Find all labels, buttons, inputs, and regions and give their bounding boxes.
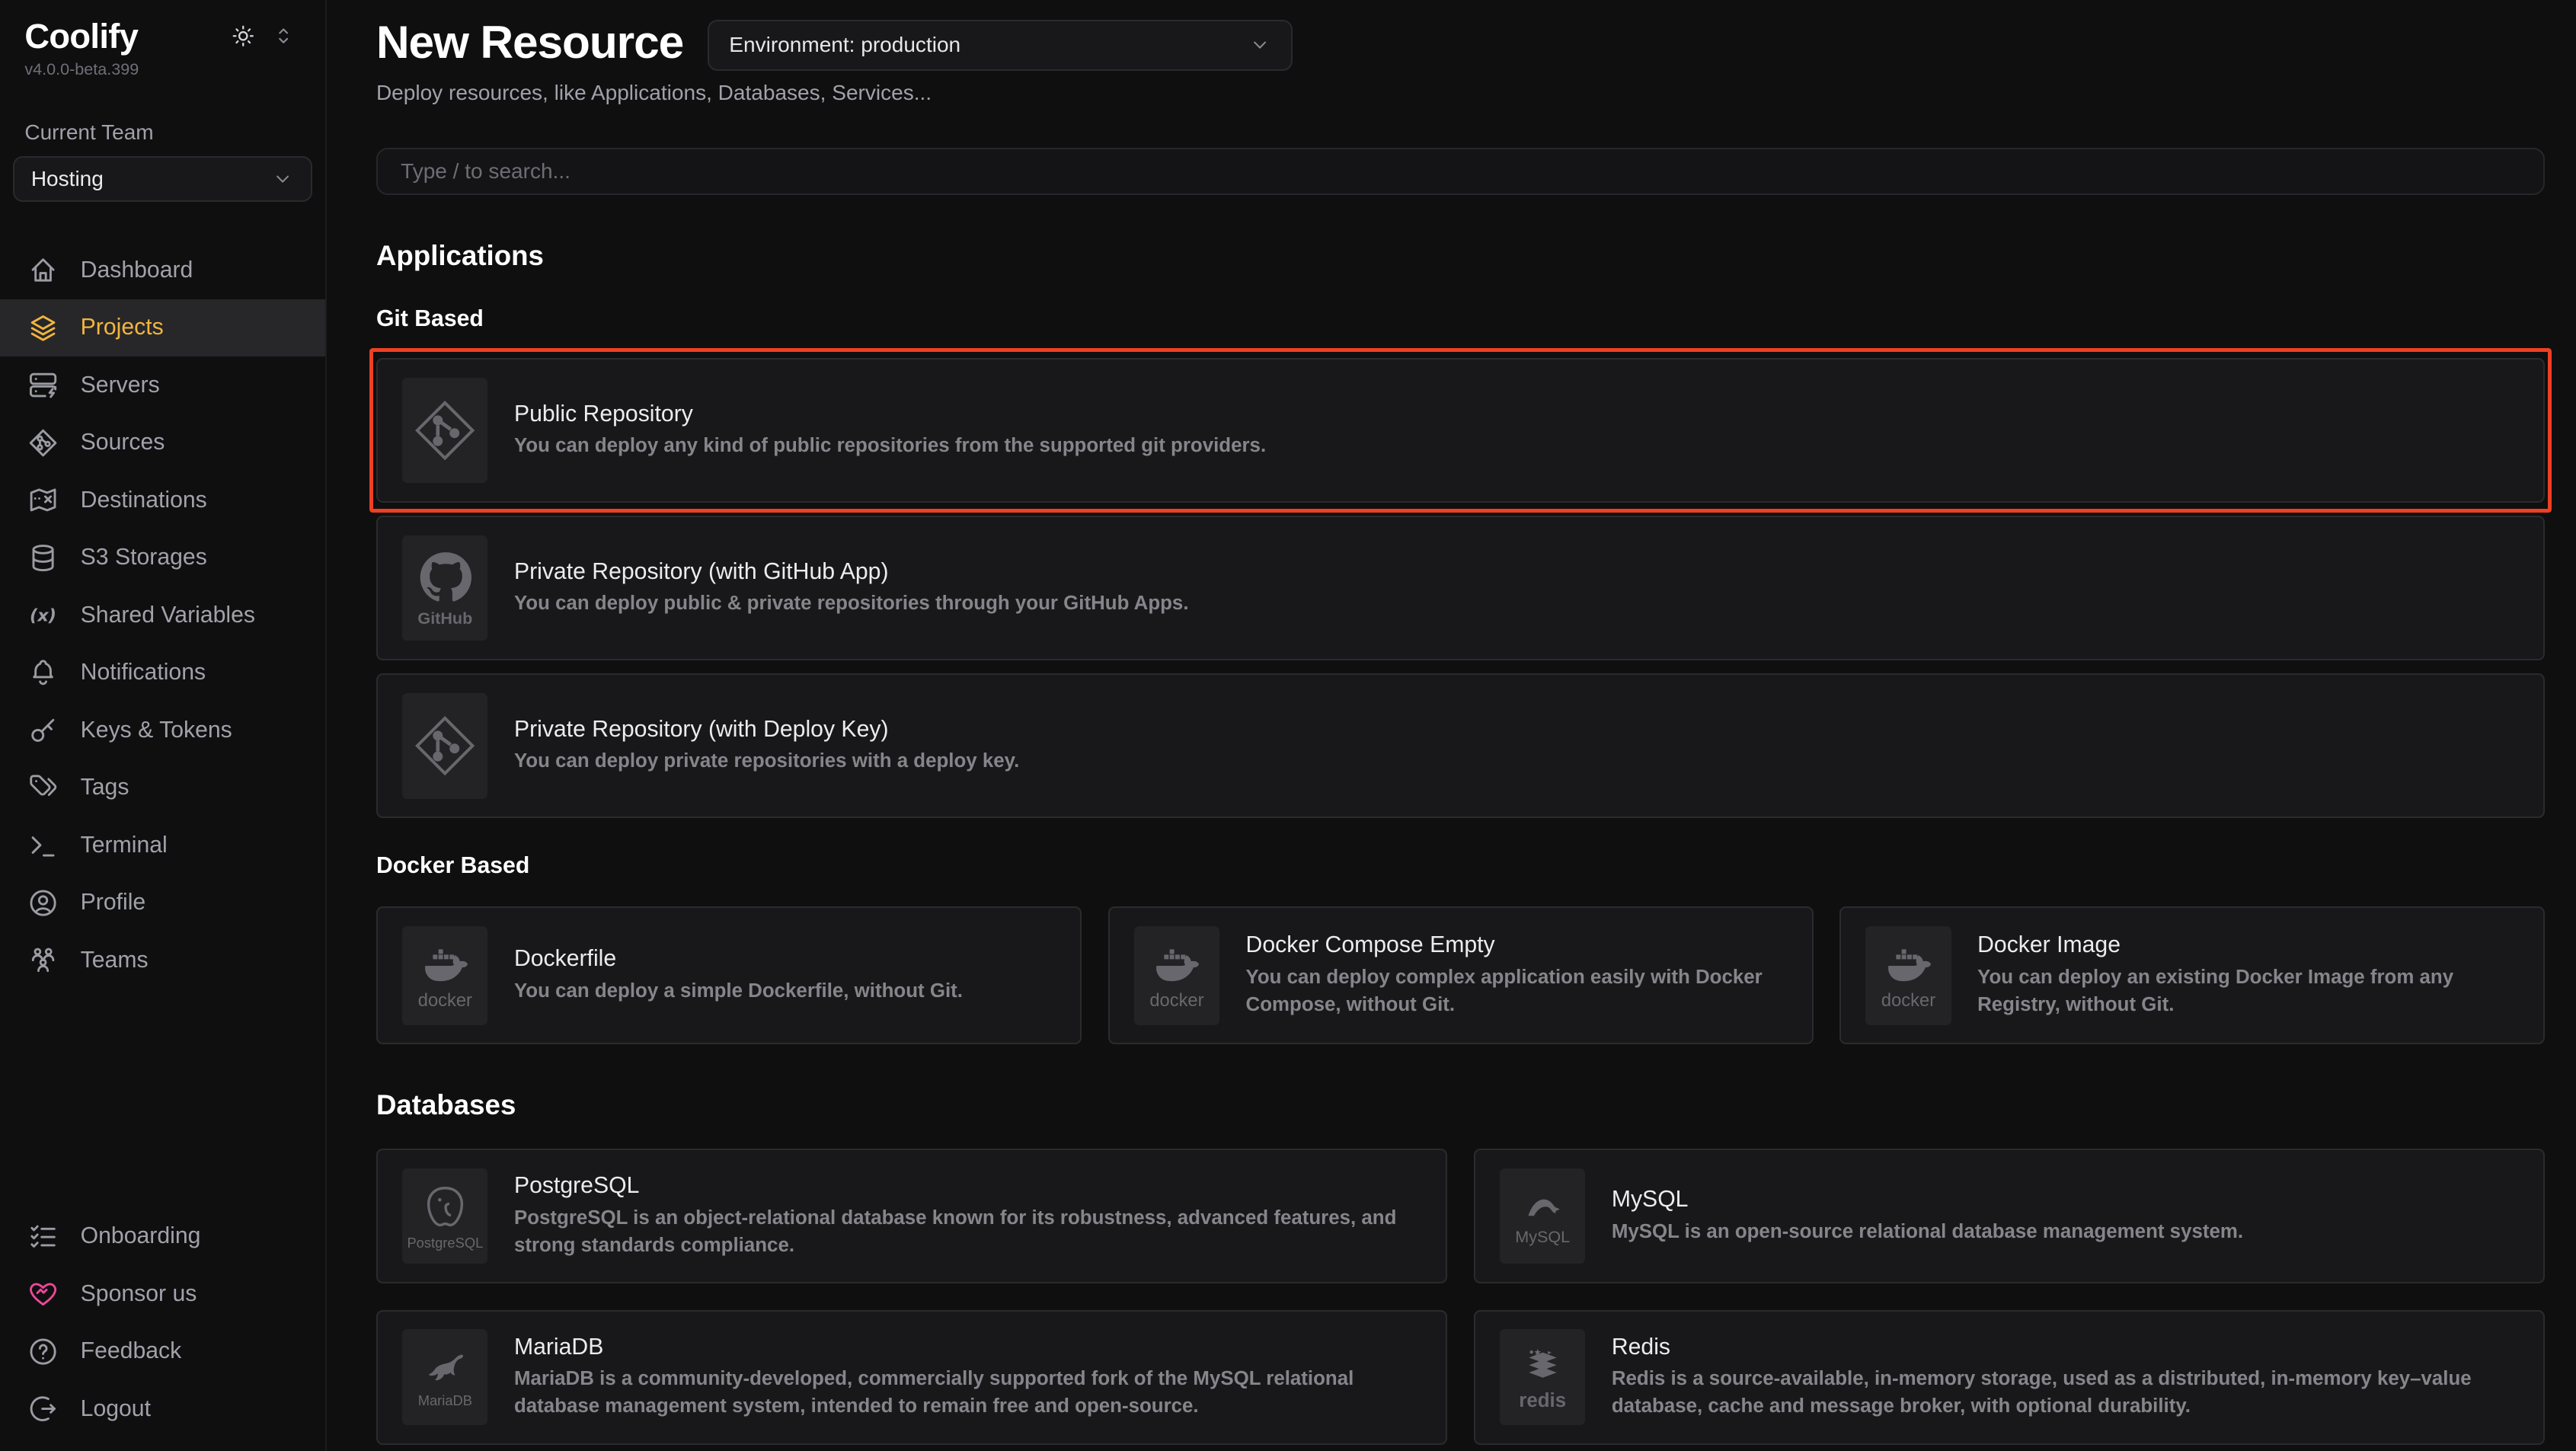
- terminal-icon: [27, 829, 59, 861]
- card-docker-image[interactable]: docker Docker Image You can deploy an ex…: [1839, 906, 2545, 1044]
- card-description: MySQL is an open-source relational datab…: [1612, 1218, 2243, 1245]
- server-icon: [27, 369, 59, 401]
- card-title: Private Repository (with GitHub App): [514, 559, 1189, 585]
- current-team-label: Current Team: [0, 79, 325, 145]
- card-title: MySQL: [1612, 1187, 2243, 1213]
- sidebar-item-keys-tokens[interactable]: Keys & Tokens: [0, 702, 325, 759]
- card-title: PostgreSQL: [514, 1173, 1421, 1199]
- applications-heading: Applications: [376, 240, 2545, 272]
- card-mariadb[interactable]: MariaDB MariaDB MariaDB is a community-d…: [376, 1310, 1447, 1445]
- team-select[interactable]: Hosting: [13, 156, 312, 202]
- databases-heading: Databases: [376, 1089, 2545, 1121]
- card-title: Redis: [1612, 1334, 2519, 1360]
- card-description: You can deploy an existing Docker Image …: [1977, 964, 2519, 1018]
- sidebar-item-shared-variables[interactable]: Shared Variables: [0, 586, 325, 644]
- card-private-repository-deploy-key[interactable]: Private Repository (with Deploy Key) You…: [376, 673, 2545, 818]
- card-description: You can deploy public & private reposito…: [514, 590, 1189, 617]
- sidebar-item-onboarding[interactable]: Onboarding: [0, 1207, 325, 1264]
- logout-icon: [27, 1392, 59, 1425]
- map-icon: [27, 484, 59, 516]
- card-docker-compose-empty[interactable]: docker Docker Compose Empty You can depl…: [1108, 906, 1814, 1044]
- card-public-repository[interactable]: Public Repository You can deploy any kin…: [376, 358, 2545, 503]
- sidebar: Coolify v4.0.0-beta.399 Current Team Hos…: [0, 0, 327, 1451]
- card-description: MariaDB is a community-developed, commer…: [514, 1365, 1421, 1420]
- sidebar-item-destinations[interactable]: Destinations: [0, 471, 325, 529]
- card-title: MariaDB: [514, 1334, 1421, 1360]
- sidebar-item-sponsor-us[interactable]: Sponsor us: [0, 1265, 325, 1322]
- docker-logo-icon: docker: [1134, 926, 1219, 1025]
- card-title: Docker Compose Empty: [1246, 932, 1788, 958]
- card-title: Dockerfile: [514, 946, 963, 972]
- variables-icon: [27, 599, 59, 631]
- docker-logo-icon: docker: [402, 926, 487, 1025]
- environment-select-value: Environment: production: [729, 33, 1248, 57]
- chevron-down-icon: [271, 168, 294, 190]
- teams-icon: [27, 944, 59, 976]
- card-title: Private Repository (with Deploy Key): [514, 717, 1019, 743]
- sidebar-item-profile[interactable]: Profile: [0, 874, 325, 931]
- coolify-app: Coolify v4.0.0-beta.399 Current Team Hos…: [0, 0, 2576, 1451]
- chevron-down-icon: [1248, 34, 1271, 56]
- card-dockerfile[interactable]: docker Dockerfile You can deploy a simpl…: [376, 906, 1082, 1044]
- app-logo: Coolify: [24, 17, 230, 56]
- theme-selector-icon[interactable]: [271, 24, 296, 48]
- sidebar-item-sources[interactable]: Sources: [0, 414, 325, 471]
- mariadb-logo-icon: MariaDB: [402, 1329, 487, 1424]
- card-title: Public Repository: [514, 401, 1266, 427]
- team-select-value: Hosting: [31, 167, 271, 191]
- bell-icon: [27, 657, 59, 689]
- card-title: Docker Image: [1977, 932, 2519, 958]
- card-description: You can deploy private repositories with…: [514, 747, 1019, 775]
- database-icon: [27, 542, 59, 574]
- github-logo-icon: GitHub: [402, 535, 487, 641]
- home-icon: [27, 254, 59, 286]
- main-content: New Resource Environment: production Dep…: [327, 0, 2576, 1451]
- environment-select[interactable]: Environment: production: [708, 20, 1293, 71]
- card-description: PostgreSQL is an object-relational datab…: [514, 1204, 1421, 1259]
- sidebar-item-dashboard[interactable]: Dashboard: [0, 241, 325, 299]
- docker-based-heading: Docker Based: [376, 853, 2545, 879]
- key-icon: [27, 714, 59, 746]
- profile-icon: [27, 887, 59, 919]
- git-based-heading: Git Based: [376, 306, 2545, 332]
- stack-icon: [27, 312, 59, 344]
- card-private-repository-github-app[interactable]: GitHub Private Repository (with GitHub A…: [376, 516, 2545, 660]
- sidebar-item-terminal[interactable]: Terminal: [0, 817, 325, 874]
- search-bar[interactable]: [376, 148, 2545, 196]
- checklist-icon: [27, 1220, 59, 1253]
- card-description: You can deploy complex application easil…: [1246, 964, 1788, 1018]
- git-logo-icon: [402, 693, 487, 798]
- sidebar-footer-nav: Onboarding Sponsor us Feedback Logout: [0, 1207, 325, 1437]
- card-description: You can deploy any kind of public reposi…: [514, 432, 1266, 459]
- git-logo-icon: [402, 378, 487, 483]
- tags-icon: [27, 772, 59, 804]
- sidebar-item-notifications[interactable]: Notifications: [0, 644, 325, 701]
- heart-icon: [27, 1277, 59, 1310]
- sun-icon[interactable]: [230, 23, 257, 50]
- card-postgresql[interactable]: PostgreSQL PostgreSQL PostgreSQL is an o…: [376, 1149, 1447, 1283]
- card-redis[interactable]: redis Redis Redis is a source-available,…: [1474, 1310, 2545, 1445]
- postgresql-logo-icon: PostgreSQL: [402, 1168, 487, 1264]
- card-mysql[interactable]: MySQL MySQL MySQL is an open-source rela…: [1474, 1149, 2545, 1283]
- page-title: New Resource: [376, 17, 683, 68]
- sidebar-item-feedback[interactable]: Feedback: [0, 1322, 325, 1379]
- sidebar-item-teams[interactable]: Teams: [0, 932, 325, 989]
- sidebar-item-tags[interactable]: Tags: [0, 759, 325, 816]
- sidebar-item-projects[interactable]: Projects: [0, 299, 325, 356]
- sidebar-item-s3-storages[interactable]: S3 Storages: [0, 529, 325, 586]
- search-input[interactable]: [398, 158, 2524, 185]
- git-diamond-icon: [27, 427, 59, 459]
- card-description: You can deploy a simple Dockerfile, with…: [514, 977, 963, 1005]
- help-icon: [27, 1335, 59, 1368]
- mysql-logo-icon: MySQL: [1500, 1168, 1585, 1264]
- sidebar-nav: Dashboard Projects Servers Sources Desti…: [0, 241, 325, 989]
- docker-logo-icon: docker: [1865, 926, 1951, 1025]
- app-version: v4.0.0-beta.399: [0, 56, 325, 79]
- redis-logo-icon: redis: [1500, 1329, 1585, 1424]
- card-description: Redis is a source-available, in-memory s…: [1612, 1365, 2519, 1420]
- page-subtitle: Deploy resources, like Applications, Dat…: [376, 81, 2545, 105]
- sidebar-item-logout[interactable]: Logout: [0, 1380, 325, 1437]
- sidebar-item-servers[interactable]: Servers: [0, 356, 325, 414]
